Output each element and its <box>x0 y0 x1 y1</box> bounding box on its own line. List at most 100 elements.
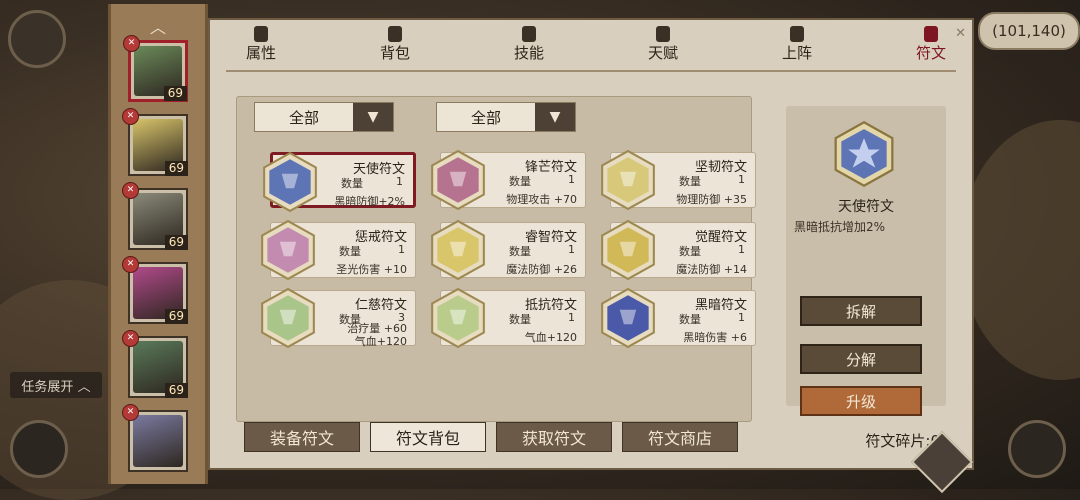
quantity-value: 1 <box>398 243 405 256</box>
eye-icon <box>656 26 670 42</box>
quantity-label: 数量 <box>509 313 531 326</box>
rune-stat: 治疗量 +60 气血+120 <box>347 322 407 348</box>
bag-icon <box>388 26 402 42</box>
dismantle-button[interactable]: 拆解 <box>800 296 922 326</box>
rune-gem-icon <box>601 149 655 211</box>
tab-get-rune[interactable]: 获取符文 <box>496 422 612 452</box>
rune-gem-icon <box>601 219 655 281</box>
tab-equip-rune[interactable]: 装备符文 <box>244 422 360 452</box>
hero-slot[interactable]: ✕ 69 <box>123 35 188 102</box>
filter-dropdown-left[interactable]: 全部 ▼ <box>254 102 394 132</box>
rune-gem-icon <box>263 151 317 213</box>
rune-card[interactable]: 仁慈符文 数量 3 治疗量 +60 气血+120 <box>261 287 416 349</box>
tab-close-icon[interactable]: ✕ <box>955 26 966 41</box>
tab-label: 属性 <box>245 44 276 62</box>
hero-status-icon: ✕ <box>122 404 139 421</box>
rune-card[interactable]: 睿智符文 数量 1 魔法防御 +26 <box>431 219 586 281</box>
house-icon[interactable] <box>1008 420 1066 478</box>
map-icon[interactable] <box>8 10 66 68</box>
rune-gem-icon <box>431 287 485 349</box>
hero-status-icon: ✕ <box>122 182 139 199</box>
filter-right-label: 全部 <box>470 108 501 127</box>
rune-gem-icon <box>261 219 315 281</box>
tab-label: 技能 <box>513 44 544 62</box>
flame-icon <box>254 26 268 42</box>
rune-stat: 气血+120 <box>524 331 577 344</box>
rune-stat: 物理防御 +35 <box>676 193 747 206</box>
hero-status-icon: ✕ <box>122 330 139 347</box>
quantity-label: 数量 <box>509 175 531 188</box>
hero-status-icon: ✕ <box>122 256 139 273</box>
quantity-value: 1 <box>568 311 575 324</box>
rune-stat: 黑暗伤害 +6 <box>683 331 747 344</box>
quantity-value: 1 <box>738 243 745 256</box>
quantity-value: 1 <box>396 175 403 188</box>
quantity-label: 数量 <box>341 177 363 190</box>
task-expand-label: 任务展开 <box>21 379 74 395</box>
tab-flame[interactable]: 属性 <box>226 24 296 66</box>
chevron-down-icon[interactable]: ▼ <box>353 103 393 131</box>
tab-rune-bag[interactable]: 符文背包 <box>370 422 486 452</box>
rune-card[interactable]: 锋芒符文 数量 1 物理攻击 +70 <box>431 149 586 211</box>
hero-level: 69 <box>164 235 188 250</box>
chevron-down-icon[interactable]: ▼ <box>535 103 575 131</box>
filter-dropdown-right[interactable]: 全部 ▼ <box>436 102 576 132</box>
rune-stat: 魔法防御 +14 <box>676 263 747 276</box>
quantity-value: 1 <box>568 173 575 186</box>
background-terrain <box>960 120 1080 380</box>
quantity-label: 数量 <box>679 175 701 188</box>
quantity-label: 数量 <box>679 245 701 258</box>
tab-eye[interactable]: 天赋 <box>628 24 698 66</box>
chevron-up-icon[interactable]: ︿ <box>111 14 205 38</box>
rune-card[interactable]: 抵抗符文 数量 1 气血+120 <box>431 287 586 349</box>
rune-stat: 黑暗防御+2% <box>334 195 405 208</box>
rune-gem-icon <box>261 287 315 349</box>
tab-bar: 属性 背包 技能 天赋 上阵 符文 <box>210 20 972 66</box>
tab-rune-shop[interactable]: 符文商店 <box>622 422 738 452</box>
rune-stat: 物理攻击 +70 <box>506 193 577 206</box>
hero-slot[interactable]: ✕ 69 <box>122 182 188 250</box>
hero-level: 69 <box>164 161 188 176</box>
tab-swords[interactable]: 上阵 <box>762 24 832 66</box>
rune-card[interactable]: 天使符文 数量 1 黑暗防御+2% <box>263 151 416 213</box>
rune-card[interactable]: 黑暗符文 数量 1 黑暗伤害 +6 <box>601 287 756 349</box>
rune-stat: 魔法防御 +26 <box>506 263 577 276</box>
tab-label: 上阵 <box>781 44 812 62</box>
rune-icon <box>924 26 938 42</box>
hero-portrait <box>133 415 183 467</box>
hero-slot[interactable]: ✕ <box>122 404 188 472</box>
tab-label: 天赋 <box>647 44 678 62</box>
chevron-up-icon: ︿ <box>77 379 91 395</box>
tab-bag[interactable]: 背包 <box>360 24 430 66</box>
coordinate-display: (101,140) <box>978 12 1080 50</box>
upgrade-button[interactable]: 升级 <box>800 386 922 416</box>
hero-slot[interactable]: ✕ 69 <box>122 256 188 324</box>
rune-card[interactable]: 惩戒符文 数量 1 圣光伤害 +10 <box>261 219 416 281</box>
rune-stat-1: 治疗量 +60 <box>347 322 407 335</box>
decompose-button[interactable]: 分解 <box>800 344 922 374</box>
hero-slot[interactable]: ✕ 69 <box>122 108 188 176</box>
hero-slot[interactable]: ✕ 69 <box>122 330 188 398</box>
hero-level: 69 <box>164 309 188 324</box>
quantity-value: 1 <box>738 311 745 324</box>
quantity-label: 数量 <box>339 245 361 258</box>
rune-gem-icon <box>431 149 485 211</box>
task-expand-toggle[interactable]: 任务展开 ︿ <box>10 372 102 398</box>
rune-gem-icon <box>431 219 485 281</box>
quantity-value: 1 <box>738 173 745 186</box>
rune-detail-panel: 天使符文 黑暗抵抗增加2% 拆解 分解 升级 <box>786 106 946 416</box>
swords-icon <box>790 26 804 42</box>
compass-icon[interactable] <box>10 420 68 478</box>
rune-stat: 圣光伤害 +10 <box>336 263 407 276</box>
detail-rune-name: 天使符文 <box>838 199 894 215</box>
tab-label: 背包 <box>379 44 410 62</box>
hero-level: 69 <box>163 86 187 101</box>
book-icon <box>522 26 536 42</box>
quantity-value: 1 <box>568 243 575 256</box>
tab-book[interactable]: 技能 <box>494 24 564 66</box>
rune-card[interactable]: 觉醒符文 数量 1 魔法防御 +14 <box>601 219 756 281</box>
hero-panel: 属性 背包 技能 天赋 上阵 符文 ✕ 全部 ▼ 全部 ▼ 天使符文 数量 1 黑暗防御+2% 锋… <box>208 18 974 470</box>
rune-card[interactable]: 坚韧符文 数量 1 物理防御 +35 <box>601 149 756 211</box>
hero-level: 69 <box>164 383 188 398</box>
detail-rune-desc: 黑暗抵抗增加2% <box>794 220 886 234</box>
